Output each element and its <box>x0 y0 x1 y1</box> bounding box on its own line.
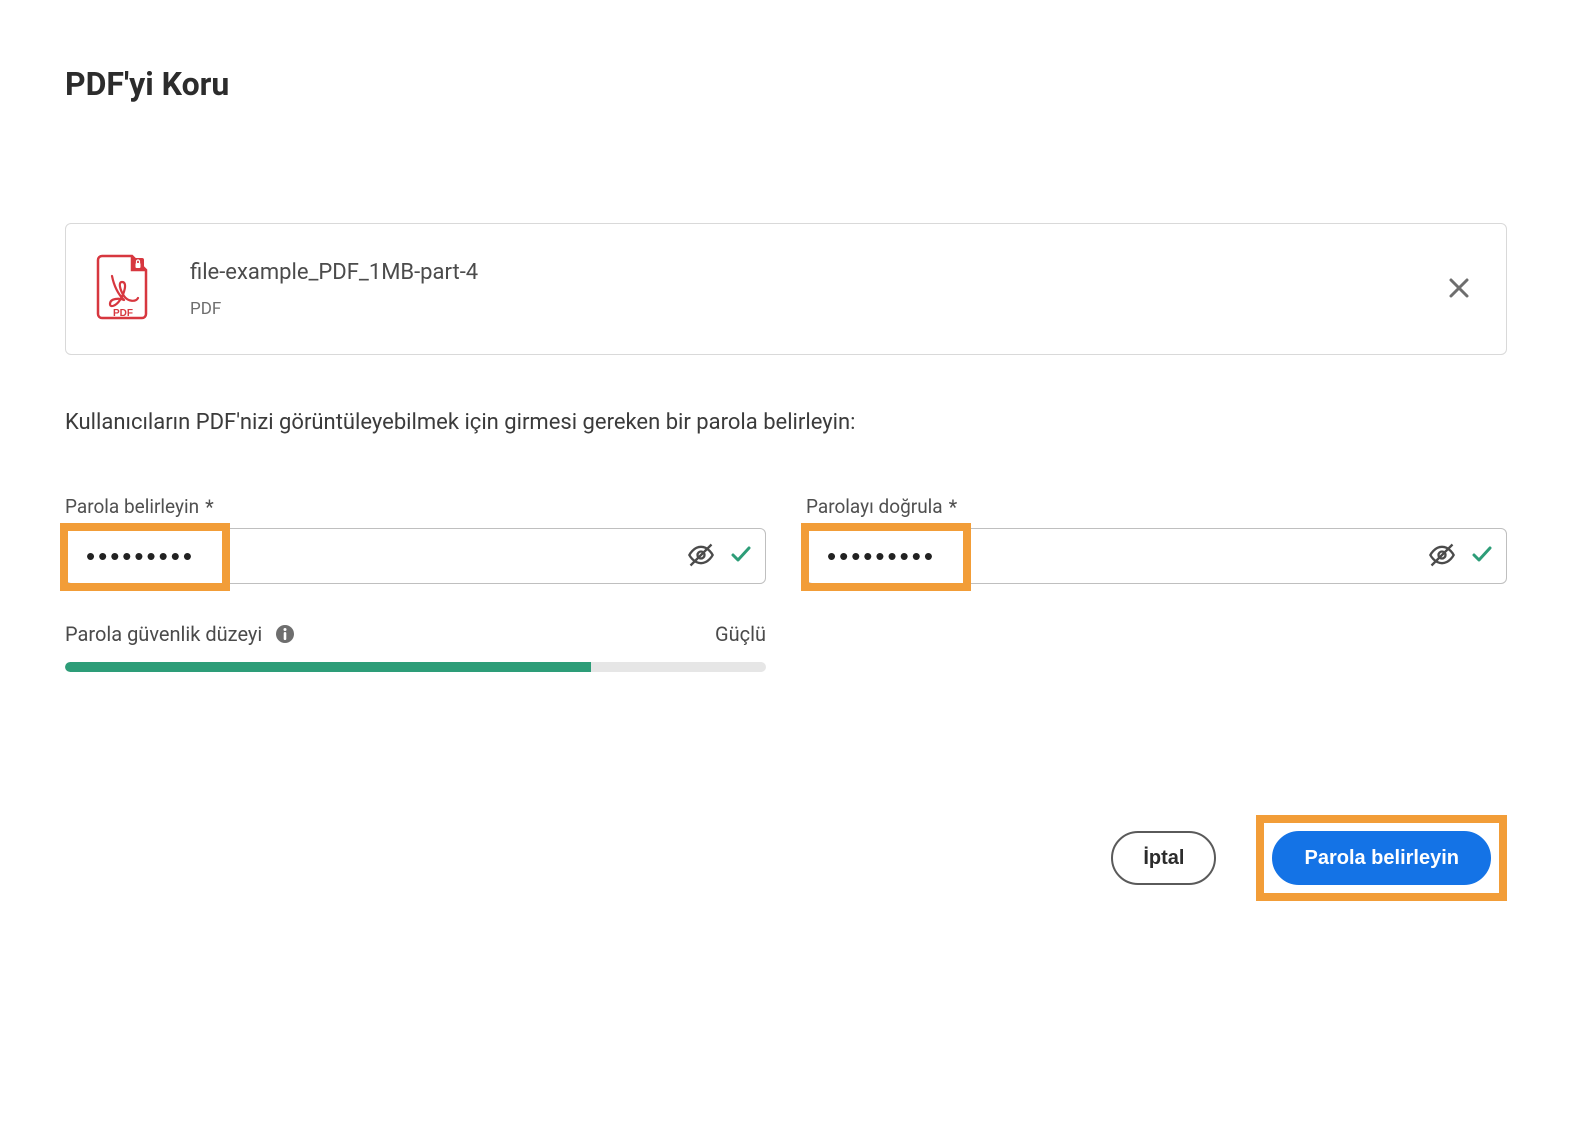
file-name: file-example_PDF_1MB-part-4 <box>190 260 1402 285</box>
file-card: PDF file-example_PDF_1MB-part-4 PDF <box>65 223 1507 355</box>
footer-actions: İptal Parola belirleyin <box>1111 815 1507 901</box>
set-password-input[interactable] <box>84 540 683 573</box>
eye-off-icon <box>687 541 715 572</box>
set-password-label: Parola belirleyin * <box>65 495 766 518</box>
confirm-password-input[interactable] <box>825 540 1424 573</box>
highlight-box: Parola belirleyin <box>1256 815 1507 901</box>
check-icon <box>729 542 753 570</box>
strength-fill <box>65 662 591 672</box>
toggle-password-visibility-button[interactable] <box>683 537 719 576</box>
eye-off-icon <box>1428 541 1456 572</box>
svg-text:PDF: PDF <box>113 308 133 319</box>
check-icon <box>1470 542 1494 570</box>
file-type: PDF <box>190 299 1402 319</box>
page-title: PDF'yi Koru <box>65 65 1507 103</box>
required-mark: * <box>949 497 958 517</box>
instruction-text: Kullanıcıların PDF'nizi görüntüleyebilme… <box>65 410 1507 435</box>
confirm-password-label: Parolayı doğrula * <box>806 495 1507 518</box>
strength-bar <box>65 662 766 672</box>
strength-label: Parola güvenlik düzeyi <box>65 622 262 646</box>
set-password-field: Parola belirleyin * Parola güvenlik düze… <box>65 495 766 672</box>
required-mark: * <box>205 497 214 517</box>
confirm-password-field: Parolayı doğrula * <box>806 495 1507 672</box>
cancel-button[interactable]: İptal <box>1111 831 1216 885</box>
close-icon <box>1448 277 1470 302</box>
remove-file-button[interactable] <box>1442 272 1476 306</box>
file-info: file-example_PDF_1MB-part-4 PDF <box>190 260 1402 319</box>
submit-button[interactable]: Parola belirleyin <box>1272 831 1491 885</box>
strength-level: Güçlü <box>715 622 766 646</box>
info-icon[interactable] <box>274 623 296 645</box>
pdf-file-icon: PDF <box>96 254 150 324</box>
toggle-password-visibility-button[interactable] <box>1424 537 1460 576</box>
